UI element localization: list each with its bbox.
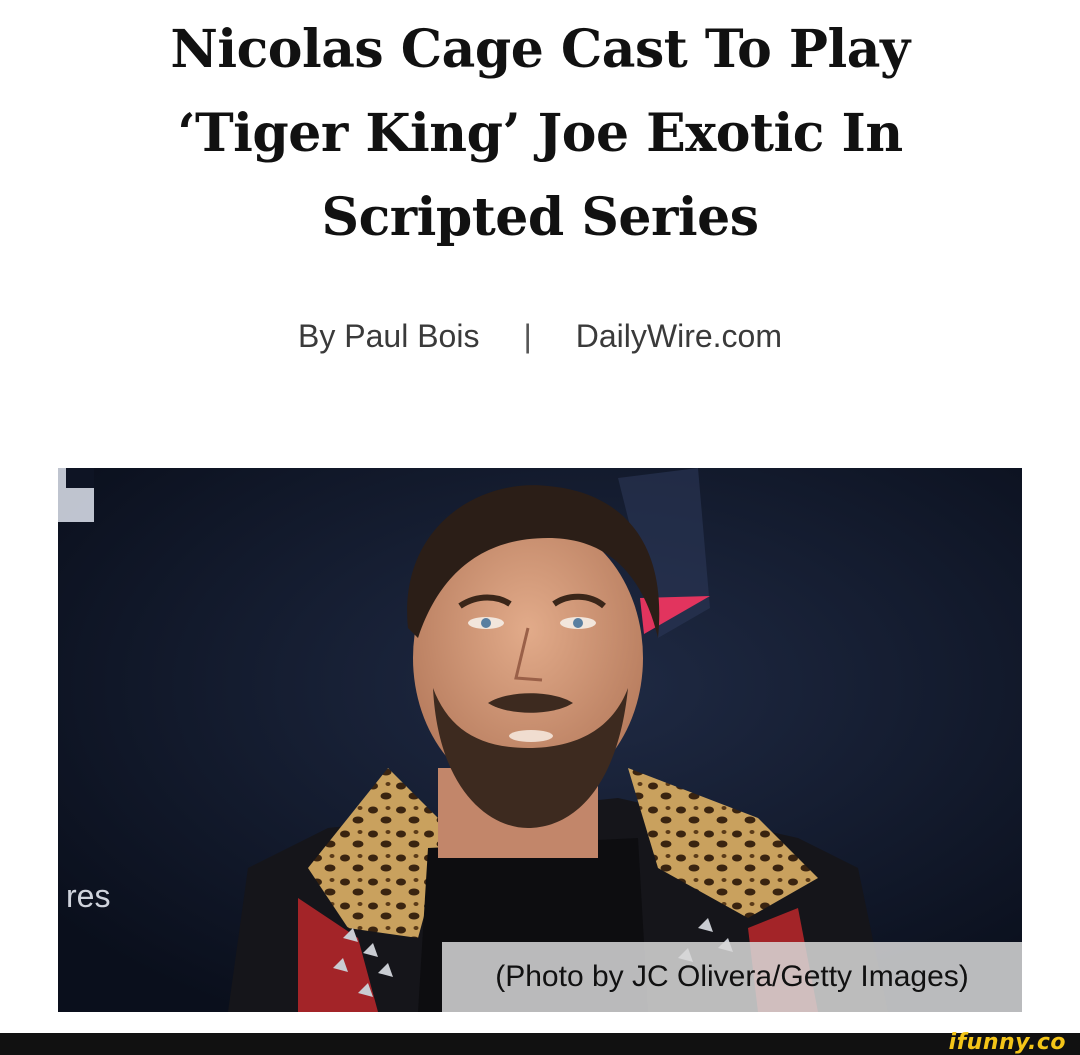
source-site[interactable]: DailyWire.com bbox=[576, 318, 782, 354]
author-name[interactable]: By Paul Bois bbox=[298, 318, 479, 354]
article-headline: Nicolas Cage Cast To Play ‘Tiger King’ J… bbox=[60, 8, 1020, 260]
headline-line-1: Nicolas Cage Cast To Play bbox=[170, 19, 910, 80]
portrait-illustration bbox=[58, 468, 1022, 1012]
headline-line-2: ‘Tiger King’ Joe Exotic In bbox=[177, 103, 903, 164]
byline-separator: | bbox=[523, 318, 532, 354]
article-photo: res (Photo by JC Olivera/Getty Images) bbox=[58, 468, 1022, 1012]
headline-line-3: Scripted Series bbox=[321, 187, 759, 248]
ifunny-watermark: ifunny.co bbox=[948, 1030, 1066, 1055]
footer-bar bbox=[0, 1033, 1080, 1055]
article-byline: By Paul Bois | DailyWire.com bbox=[0, 318, 1080, 355]
photo-caption: (Photo by JC Olivera/Getty Images) bbox=[442, 942, 1022, 1012]
backdrop-text: res bbox=[66, 878, 111, 914]
